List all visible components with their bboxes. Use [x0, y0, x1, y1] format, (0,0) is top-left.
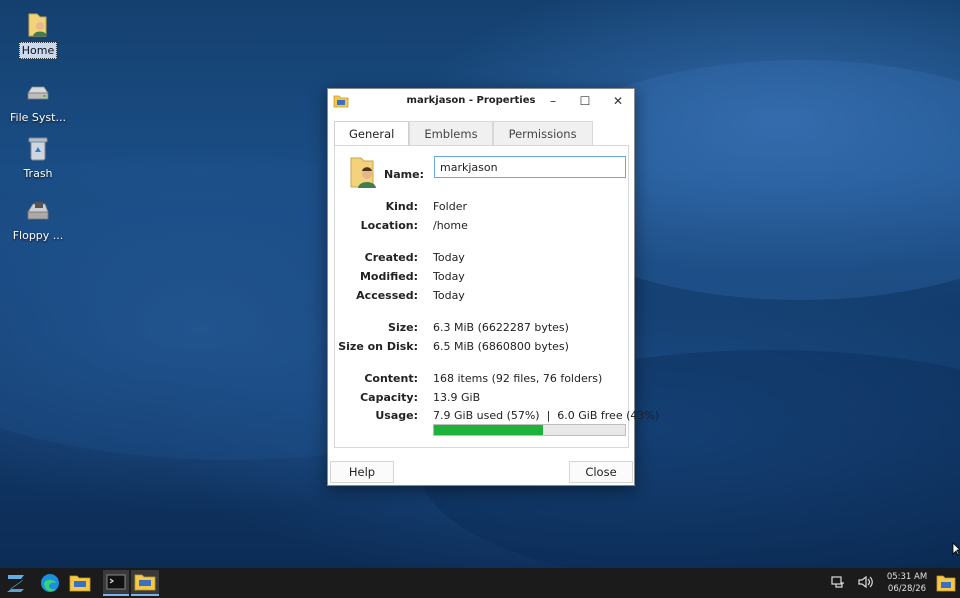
created-label: Created: — [364, 251, 418, 264]
desktop-icon-trash[interactable]: Trash — [3, 136, 73, 181]
content-label: Content: — [364, 372, 418, 385]
terminal-icon — [106, 574, 126, 590]
tab-general[interactable]: General — [334, 121, 410, 146]
edge-icon — [41, 574, 59, 592]
drive-icon — [24, 80, 52, 106]
zorin-logo-icon — [7, 575, 24, 592]
usage-label: Usage: — [375, 409, 418, 422]
kind-value: Folder — [433, 200, 467, 213]
properties-window-button[interactable] — [131, 570, 159, 596]
tab-permissions[interactable]: Permissions — [492, 121, 593, 145]
start-menu-button[interactable] — [3, 570, 29, 596]
general-panel: Name: Kind: Folder Location: /home Creat… — [334, 145, 659, 448]
show-desktop-folder-icon[interactable] — [936, 574, 956, 592]
capacity-label: Capacity: — [360, 391, 418, 404]
accessed-value: Today — [433, 289, 465, 302]
modified-label: Modified: — [359, 270, 418, 283]
location-label: Location: — [360, 219, 418, 232]
desktop-icon-label: Floppy ... — [12, 229, 64, 242]
created-value: Today — [433, 251, 465, 264]
clock-date: 06/28/26 — [887, 584, 927, 594]
network-icon[interactable] — [829, 574, 847, 592]
close-button[interactable]: Close — [569, 461, 633, 483]
kind-label: Kind: — [385, 200, 418, 213]
trash-icon — [24, 136, 52, 162]
usage-bar-fill — [434, 425, 543, 435]
size-label: Size: — [388, 321, 418, 334]
size-on-disk-label: Size on Disk: — [338, 340, 418, 353]
files-app-button[interactable] — [67, 570, 93, 596]
clock[interactable]: 05:31 AM 06/28/26 — [884, 571, 930, 595]
name-label: Name: — [384, 168, 424, 181]
location-value: /home — [433, 219, 468, 232]
help-button[interactable]: Help — [330, 461, 394, 483]
tab-bar: General Emblems Permissions — [334, 121, 593, 146]
size-value: 6.3 MiB (6622287 bytes) — [433, 321, 569, 334]
desktop-icon-home[interactable]: Home — [3, 12, 73, 59]
capacity-value: 13.9 GiB — [433, 391, 481, 404]
folder-icon — [69, 575, 91, 592]
dialog-titlebar[interactable]: markjason - Properties – ☐ ✕ — [328, 89, 634, 113]
folder-icon — [134, 574, 156, 591]
volume-icon[interactable] — [857, 574, 875, 592]
desktop-icon-floppy[interactable]: Floppy ... — [3, 198, 73, 243]
properties-dialog: markjason - Properties – ☐ ✕ General Emb… — [327, 88, 659, 486]
desktop-icon-file-system[interactable]: File Syst... — [3, 80, 73, 125]
size-on-disk-value: 6.5 MiB (6860800 bytes) — [433, 340, 569, 353]
content-value: 168 items (92 files, 76 folders) — [433, 372, 603, 385]
accessed-label: Accessed: — [356, 289, 418, 302]
desktop-icon-label: Trash — [23, 167, 53, 180]
floppy-icon — [24, 198, 52, 224]
mouse-cursor-icon — [952, 541, 960, 560]
usage-bar — [433, 424, 626, 436]
terminal-window-button[interactable] — [103, 570, 129, 596]
taskbar: 05:31 AM 06/28/26 — [0, 568, 960, 598]
desktop-icon-label: File Syst... — [10, 111, 66, 124]
usage-value: 7.9 GiB used (57%) | 6.0 GiB free (43%) — [433, 409, 660, 422]
clock-time: 05:31 AM — [886, 572, 928, 582]
name-input[interactable] — [434, 156, 626, 178]
edge-browser-button[interactable] — [37, 570, 63, 596]
maximize-button[interactable]: ☐ — [576, 92, 594, 110]
modified-value: Today — [433, 270, 465, 283]
close-window-button[interactable]: ✕ — [609, 92, 627, 110]
home-folder-icon — [24, 12, 52, 38]
tab-emblems[interactable]: Emblems — [409, 121, 493, 145]
minimize-button[interactable]: – — [544, 92, 562, 110]
desktop-icon-label: Home — [18, 42, 58, 59]
